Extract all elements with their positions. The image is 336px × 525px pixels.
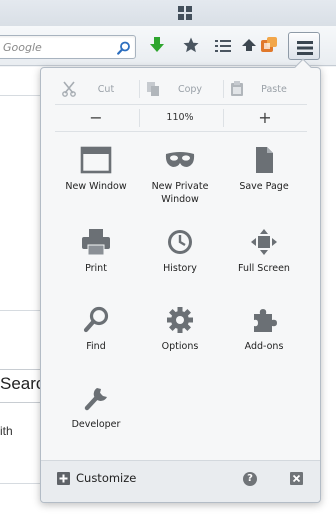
new-private-window-label: New Private Window	[151, 181, 209, 205]
cut-label: Cut	[97, 83, 115, 95]
mask-icon	[165, 152, 195, 167]
cut-button[interactable]: Cut	[56, 76, 138, 102]
print-button[interactable]: Print	[54, 228, 138, 298]
developer-button[interactable]: Developer	[54, 384, 138, 454]
menu-separator	[55, 131, 307, 132]
printer-icon	[82, 229, 110, 256]
save-page-label: Save Page	[239, 181, 289, 192]
scissors-icon	[62, 81, 76, 101]
pocket-button[interactable]	[238, 37, 260, 57]
add-ons-button[interactable]: Add-ons	[222, 306, 306, 376]
find-label: Find	[86, 341, 106, 352]
paste-button[interactable]: Paste	[224, 76, 306, 102]
send-icon	[241, 37, 257, 57]
clipboard-icon	[230, 81, 244, 101]
help-icon[interactable]: ?	[243, 472, 257, 486]
zoom-reset-button[interactable]: 110%	[160, 112, 200, 126]
zoom-in-button[interactable]: +	[254, 108, 276, 128]
copy-button[interactable]: Copy	[140, 76, 222, 102]
zoom-separator	[223, 109, 224, 127]
page-icon	[256, 147, 273, 173]
zoom-separator	[139, 109, 140, 127]
developer-label: Developer	[71, 419, 121, 430]
page-search-text: Searc	[0, 374, 45, 393]
options-button[interactable]: Options	[138, 306, 222, 376]
star-icon	[182, 36, 200, 58]
extension-icon	[260, 36, 278, 58]
page-divider	[0, 95, 40, 96]
menu-separator	[55, 104, 307, 105]
search-box[interactable]	[0, 35, 136, 59]
copy-icon	[146, 81, 160, 101]
tab-groups-icon[interactable]	[178, 5, 192, 20]
search-icon[interactable]	[117, 40, 131, 55]
extension-button[interactable]	[258, 37, 280, 57]
open-menu-button[interactable]	[288, 32, 320, 60]
copy-label: Copy	[177, 83, 203, 95]
new-window-button[interactable]: New Window	[54, 146, 138, 216]
clock-icon	[168, 230, 192, 254]
download-arrow-icon	[149, 36, 165, 58]
page-divider	[0, 310, 40, 311]
zoom-out-button[interactable]: −	[85, 108, 107, 128]
magnifier-icon	[83, 306, 109, 333]
history-button[interactable]: History	[138, 228, 222, 298]
options-label: Options	[161, 341, 199, 352]
wrench-icon	[84, 388, 107, 411]
save-page-button[interactable]: Save Page	[222, 146, 306, 216]
history-label: History	[163, 263, 197, 274]
find-button[interactable]: Find	[54, 306, 138, 376]
window-icon	[80, 146, 112, 174]
customize-plus-icon[interactable]	[57, 472, 70, 485]
add-ons-label: Add-ons	[244, 341, 284, 352]
title-bar	[0, 0, 336, 26]
print-label: Print	[85, 263, 107, 274]
downloads-button[interactable]	[146, 37, 168, 57]
puzzle-icon	[254, 309, 277, 332]
bookmarks-menu-button[interactable]	[212, 37, 234, 57]
paste-label: Paste	[261, 83, 287, 95]
search-input[interactable]	[3, 39, 111, 55]
list-icon	[215, 38, 231, 57]
page-divider	[0, 483, 40, 484]
full-screen-button[interactable]: Full Screen	[222, 228, 306, 298]
hamburger-icon	[297, 40, 313, 59]
quit-icon[interactable]	[290, 472, 303, 485]
page-body-text: ith	[0, 424, 13, 438]
full-screen-label: Full Screen	[238, 263, 290, 274]
fullscreen-icon	[251, 229, 277, 255]
bookmark-button[interactable]	[180, 37, 202, 57]
customize-button[interactable]: Customize	[76, 471, 136, 485]
new-window-label: New Window	[65, 181, 127, 192]
new-private-window-button[interactable]: New Private Window	[138, 146, 222, 216]
gear-icon	[167, 307, 193, 333]
